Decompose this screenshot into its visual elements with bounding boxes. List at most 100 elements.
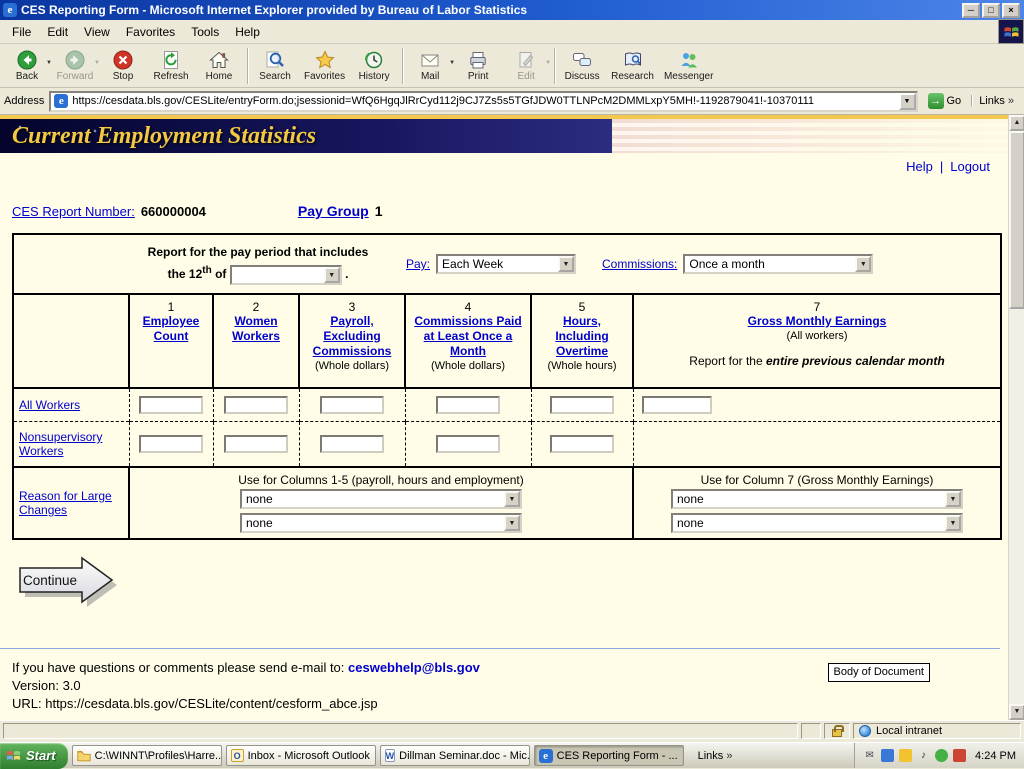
commissions-link[interactable]: Commissions: xyxy=(602,257,677,271)
address-input[interactable]: e https://cesdata.bls.gov/CESLite/entryF… xyxy=(49,91,917,112)
col5-number: 5 xyxy=(535,300,629,314)
col1-title-link[interactable]: Employee Count xyxy=(133,314,209,344)
dropdown-arrow-icon: ▼ xyxy=(504,491,520,507)
go-button[interactable]: → Go xyxy=(923,92,967,110)
research-button[interactable]: Research xyxy=(607,46,660,86)
nav-divider: | xyxy=(940,159,943,174)
pay-period-section: Report for the pay period that includes … xyxy=(13,234,1001,294)
titlebar: e CES Reporting Form - Microsoft Interne… xyxy=(0,0,1024,20)
reason-cols15-select-1[interactable]: none▼ xyxy=(240,489,522,509)
tray-volume-icon[interactable]: ♪ xyxy=(917,749,930,762)
forward-button[interactable]: Forward ▼ xyxy=(52,46,100,86)
address-bar: Address e https://cesdata.bls.gov/CESLit… xyxy=(0,88,1024,115)
maximize-button[interactable]: □ xyxy=(982,3,1000,18)
vertical-scrollbar[interactable]: ▲ ▼ xyxy=(1008,115,1024,720)
menu-help[interactable]: Help xyxy=(227,22,268,42)
nonsupervisory-hours-input[interactable] xyxy=(550,435,614,453)
pay-group-link[interactable]: Pay Group xyxy=(298,203,369,219)
tray-icon[interactable] xyxy=(953,749,966,762)
home-icon xyxy=(209,50,229,70)
nonsupervisory-workers-link[interactable]: Nonsupervisory Workers xyxy=(19,430,102,458)
taskbar-button-outlook[interactable]: O Inbox - Microsoft Outlook xyxy=(226,745,376,766)
start-button[interactable]: Start xyxy=(0,743,68,769)
continue-button[interactable]: Continue xyxy=(16,556,124,608)
menu-tools[interactable]: Tools xyxy=(183,22,227,42)
home-button[interactable]: Home xyxy=(196,46,244,86)
menu-favorites[interactable]: Favorites xyxy=(118,22,183,42)
col2-header: 2 Women Workers xyxy=(213,294,299,388)
nonsupervisory-employee-count-input[interactable] xyxy=(139,435,203,453)
mail-button[interactable]: Mail ▼ xyxy=(407,46,455,86)
tray-icon[interactable] xyxy=(881,749,894,762)
messenger-button[interactable]: Messenger xyxy=(660,46,719,86)
ces-report-number-link[interactable]: CES Report Number: xyxy=(12,204,135,219)
stop-button[interactable]: Stop xyxy=(100,46,148,86)
nonsupervisory-commissions-input[interactable] xyxy=(436,435,500,453)
nonsupervisory-women-workers-input[interactable] xyxy=(224,435,288,453)
menu-view[interactable]: View xyxy=(76,22,118,42)
all-workers-women-workers-input[interactable] xyxy=(224,396,288,414)
history-button[interactable]: History xyxy=(351,46,399,86)
all-workers-link[interactable]: All Workers xyxy=(19,398,80,412)
minimize-button[interactable]: ─ xyxy=(962,3,980,18)
col7-note-prefix: Report for the xyxy=(689,354,766,368)
all-workers-employee-count-input[interactable] xyxy=(139,396,203,414)
favorites-button[interactable]: Favorites xyxy=(300,46,351,86)
pay-link[interactable]: Pay: xyxy=(406,257,430,271)
scrollbar-thumb[interactable] xyxy=(1009,131,1024,309)
col7-title-link[interactable]: Gross Monthly Earnings xyxy=(637,314,997,329)
reason-cols15-select-2[interactable]: none▼ xyxy=(240,513,522,533)
scroll-down-icon[interactable]: ▼ xyxy=(1009,704,1024,720)
col5-title-link[interactable]: Hours, Including Overtime xyxy=(535,314,629,359)
page-icon: e xyxy=(54,94,68,108)
tray-icon[interactable] xyxy=(935,749,948,762)
favorites-label: Favorites xyxy=(304,71,345,82)
menu-file[interactable]: File xyxy=(4,22,39,42)
pay-select[interactable]: Each Week▼ xyxy=(436,254,576,274)
scroll-up-icon[interactable]: ▲ xyxy=(1009,115,1024,131)
search-button[interactable]: Search xyxy=(252,46,300,86)
taskbar-clock[interactable]: 4:24 PM xyxy=(971,750,1016,762)
all-workers-commissions-input[interactable] xyxy=(436,396,500,414)
col4-subtitle: (Whole dollars) xyxy=(409,360,527,372)
address-dropdown-icon[interactable]: ▼ xyxy=(899,93,916,110)
links-menu[interactable]: Links » xyxy=(971,95,1020,107)
pay-period-select[interactable]: ▼ xyxy=(230,265,342,285)
commissions-select[interactable]: Once a month▼ xyxy=(683,254,873,274)
col3-title-link[interactable]: Payroll, Excluding Commissions xyxy=(303,314,401,359)
edit-label: Edit xyxy=(518,71,535,82)
taskbar-links-toolbar[interactable]: Links » xyxy=(698,750,733,762)
taskbar-button-ie-active[interactable]: e CES Reporting Form - ... xyxy=(534,745,684,766)
close-button[interactable]: × xyxy=(1002,3,1020,18)
task-label: Inbox - Microsoft Outlook xyxy=(248,750,370,762)
print-button[interactable]: Print xyxy=(455,46,503,86)
menu-edit[interactable]: Edit xyxy=(39,22,76,42)
contact-email-link[interactable]: ceswebhelp@bls.gov xyxy=(348,660,480,675)
tray-mail-icon[interactable]: ✉ xyxy=(863,749,876,762)
col2-title-link[interactable]: Women Workers xyxy=(217,314,295,344)
reason-col7-select-2[interactable]: none▼ xyxy=(671,513,963,533)
all-workers-payroll-input[interactable] xyxy=(320,396,384,414)
toolbar-separator xyxy=(554,48,556,84)
discuss-button[interactable]: Discuss xyxy=(559,46,607,86)
back-button[interactable]: Back ▼ xyxy=(4,46,52,86)
tray-icon[interactable] xyxy=(899,749,912,762)
edit-button[interactable]: Edit ▼ xyxy=(503,46,551,86)
help-link[interactable]: Help xyxy=(906,159,933,174)
page: Current Employment Statistics Help | Log… xyxy=(0,115,1008,720)
nonsupervisory-payroll-input[interactable] xyxy=(320,435,384,453)
all-workers-gross-earnings-input[interactable] xyxy=(642,396,712,414)
taskbar-button-word[interactable]: W Dillman Seminar.doc - Mic... xyxy=(380,745,530,766)
ie-icon: e xyxy=(539,749,553,763)
col4-title-link[interactable]: Commissions Paid at Least Once a Month xyxy=(409,314,527,359)
go-label: Go xyxy=(947,95,962,107)
taskbar-button-explorer[interactable]: C:\WINNT\Profiles\Harre... xyxy=(72,745,222,766)
reason-for-large-changes-link[interactable]: Reason for Large Changes xyxy=(19,489,112,517)
all-workers-hours-input[interactable] xyxy=(550,396,614,414)
logout-link[interactable]: Logout xyxy=(950,159,990,174)
refresh-button[interactable]: Refresh xyxy=(148,46,196,86)
edit-dropdown-icon[interactable]: ▼ xyxy=(545,60,551,66)
pay-block: Pay: Each Week▼ xyxy=(406,254,576,274)
reason-col7-select-1[interactable]: none▼ xyxy=(671,489,963,509)
col7-note: Report for the entire previous calendar … xyxy=(637,354,997,370)
